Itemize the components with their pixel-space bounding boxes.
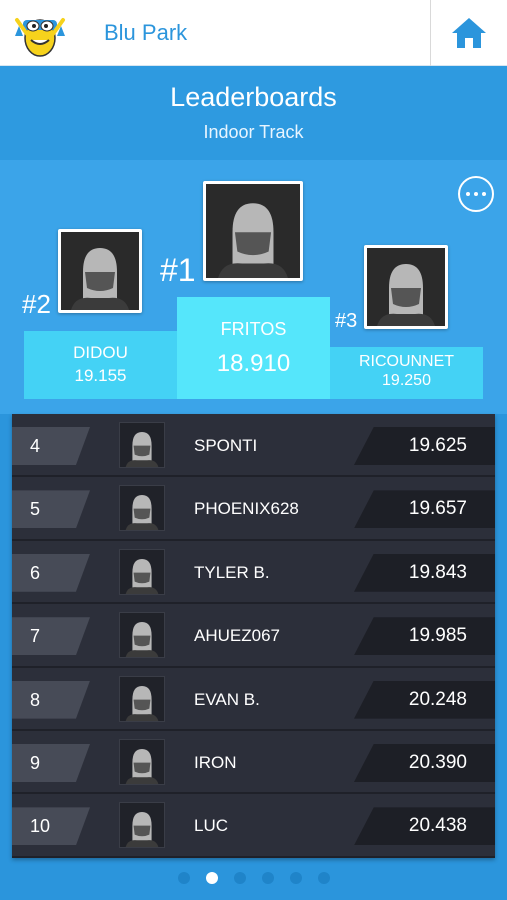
rank-tab: [12, 553, 90, 592]
podium-plinth-1: FRITOS 18.910: [177, 297, 330, 399]
page-dot[interactable]: [317, 872, 330, 884]
rank-tab: [12, 807, 90, 846]
lap-time: 20.248: [408, 688, 467, 710]
table-row[interactable]: 9 IRON 20.390: [12, 731, 495, 795]
table-row[interactable]: 10 LUC 20.438: [12, 794, 495, 858]
rank-number: 8: [30, 689, 41, 710]
more-dot: [474, 192, 478, 196]
rank-number: 7: [30, 626, 41, 647]
helmet-icon: [125, 495, 159, 531]
track-name: Indoor Track: [203, 122, 304, 142]
page-indicator: [0, 872, 507, 886]
helmet-icon: [125, 812, 159, 848]
helmet-icon: [71, 248, 129, 310]
app-title: Blu Park: [104, 20, 188, 45]
more-dot: [482, 192, 486, 196]
table-row[interactable]: 7 AHUEZ067 19.985: [12, 604, 495, 668]
player-avatar-3[interactable]: [364, 245, 448, 329]
home-icon: [452, 18, 486, 48]
player-avatar-2[interactable]: [58, 229, 142, 313]
player-avatar[interactable]: [119, 485, 165, 532]
rank-number: 10: [30, 816, 51, 837]
rank-tab: [12, 427, 90, 465]
rank-tab: [12, 490, 90, 529]
podium-plinth-2: DIDOU 19.155: [24, 331, 177, 399]
player-name: LUC: [194, 816, 229, 836]
leaderboard-list: 4 SPONTI 19.625 5 PHOENIX628 19.657 6 TYLER B. 1…: [12, 414, 495, 858]
rank-number: 9: [30, 753, 41, 773]
rank-tab: [12, 680, 90, 719]
podium-time-2: 19.155: [74, 366, 127, 385]
helmet-icon: [125, 685, 159, 721]
helmet-icon: [125, 558, 159, 594]
podium-name-1: FRITOS: [220, 319, 287, 339]
page-dot[interactable]: [261, 872, 274, 884]
podium-name-2: DIDOU: [73, 343, 128, 362]
helmet-icon: [218, 203, 288, 278]
helmet-icon: [125, 622, 159, 658]
mascot-logo-icon[interactable]: [13, 6, 67, 60]
player-avatar[interactable]: [119, 612, 165, 659]
rank-number: 5: [30, 499, 41, 520]
rank-number: 4: [30, 436, 41, 456]
top-bar: Blu Park: [0, 0, 507, 66]
table-row[interactable]: 5 PHOENIX628 19.657: [12, 477, 495, 541]
more-options-button[interactable]: [458, 176, 494, 212]
lap-time: 19.625: [408, 435, 467, 456]
table-row[interactable]: 8 EVAN B. 20.248: [12, 668, 495, 731]
rank-2-label: #2: [22, 289, 51, 319]
page-title: Leaderboards: [170, 82, 337, 112]
page-dot[interactable]: [205, 872, 218, 884]
player-name: TYLER B.: [194, 562, 270, 582]
rank-number: 6: [30, 562, 41, 583]
player-name: IRON: [194, 753, 237, 772]
player-name: EVAN B.: [194, 689, 260, 709]
more-dot: [466, 192, 470, 196]
player-avatar[interactable]: [119, 739, 165, 785]
lap-time: 20.390: [408, 752, 467, 773]
player-avatar[interactable]: [119, 675, 165, 722]
player-avatar[interactable]: [119, 802, 165, 849]
table-row[interactable]: 6 TYLER B. 19.843: [12, 541, 495, 605]
rank-3-label: #3: [335, 310, 358, 332]
podium-plinth-3: RICOUNNET 19.250: [330, 347, 483, 399]
rank-1-label: #1: [160, 252, 196, 288]
lap-time: 20.438: [408, 815, 467, 837]
player-avatar[interactable]: [119, 548, 165, 595]
helmet-icon: [125, 749, 159, 784]
player-avatar-1[interactable]: [203, 181, 303, 281]
rank-tab: [12, 744, 90, 782]
podium-name-3: RICOUNNET: [358, 353, 455, 370]
helmet-icon: [377, 264, 435, 326]
lap-time: 19.985: [408, 625, 467, 647]
page-dot[interactable]: [233, 872, 246, 884]
player-name: AHUEZ067: [194, 626, 280, 646]
podium-time-1: 18.910: [216, 350, 291, 377]
helmet-icon: [125, 432, 159, 467]
player-name: PHOENIX628: [194, 499, 299, 519]
lap-time: 19.843: [408, 561, 467, 583]
rank-tab: [12, 617, 90, 656]
podium-time-3: 19.250: [382, 372, 431, 389]
home-button[interactable]: [430, 0, 507, 66]
leaderboard-header: Leaderboards Indoor Track: [0, 66, 507, 160]
player-avatar[interactable]: [119, 422, 165, 468]
lap-time: 19.657: [408, 498, 467, 520]
table-row[interactable]: 4 SPONTI 19.625: [12, 414, 495, 478]
player-name: SPONTI: [194, 436, 258, 455]
page-dot[interactable]: [177, 872, 190, 884]
page-dot[interactable]: [289, 872, 302, 884]
